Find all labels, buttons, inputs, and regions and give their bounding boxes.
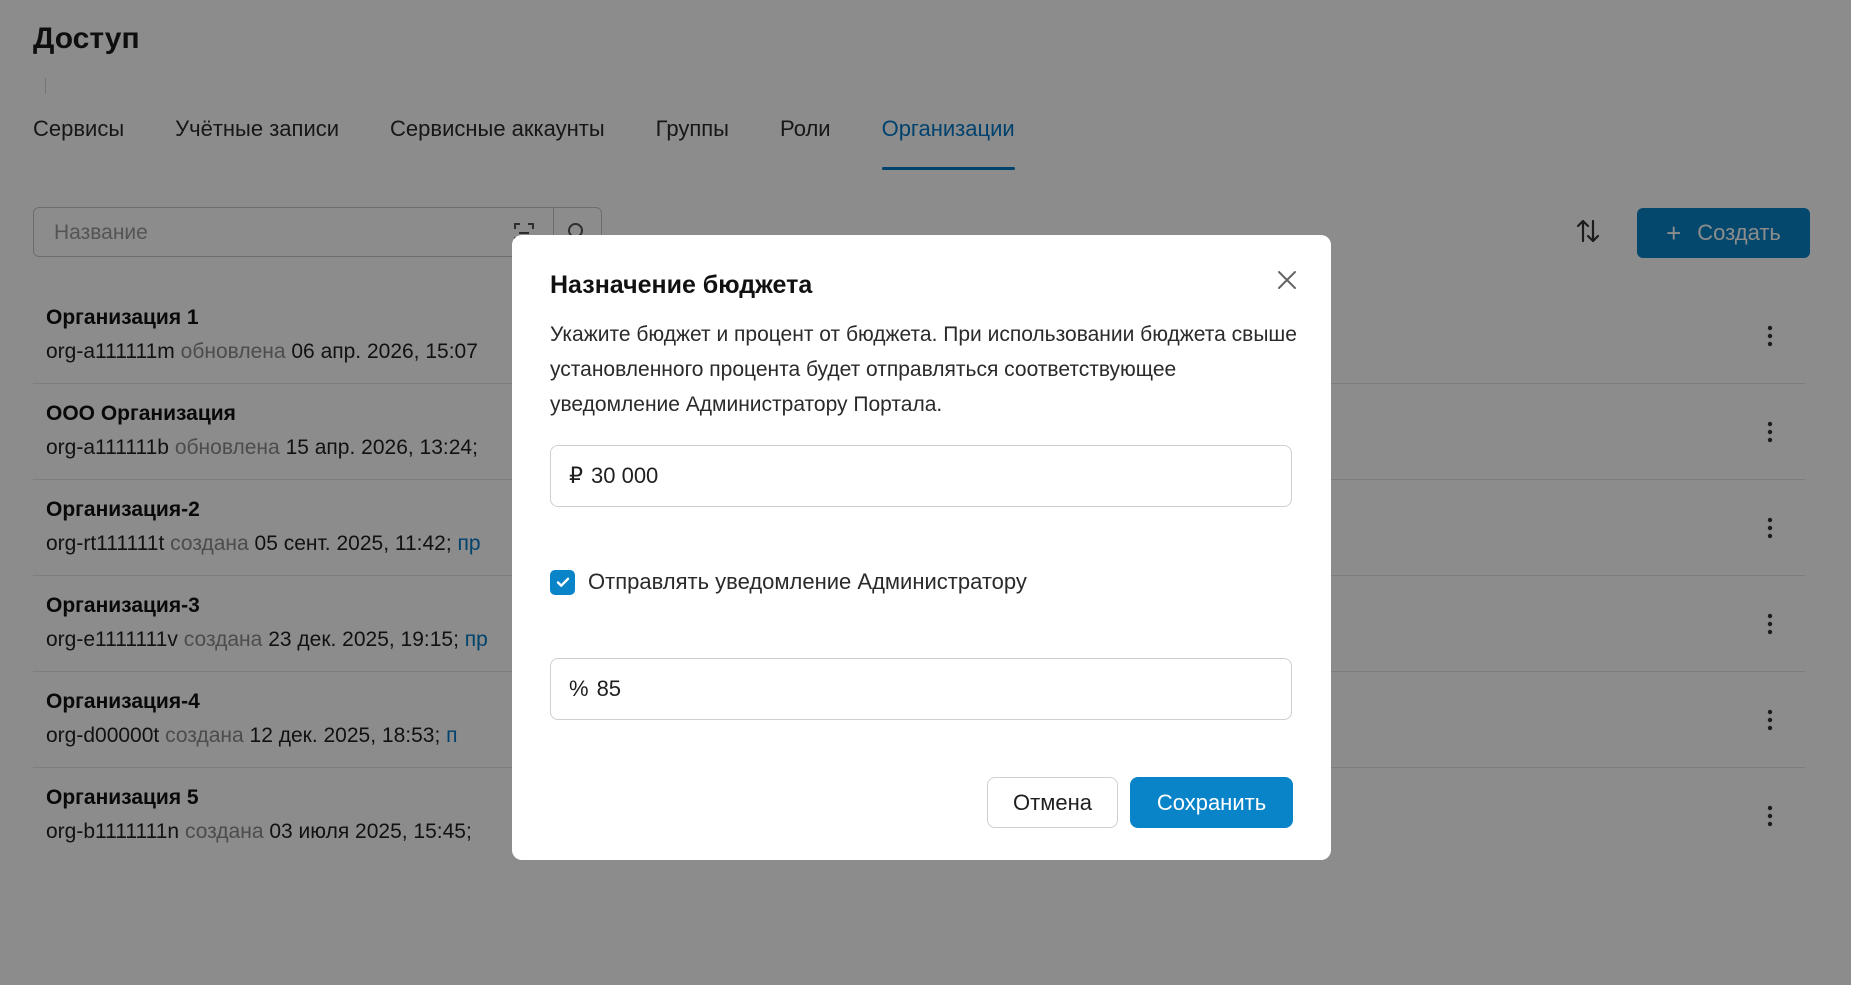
notify-checkbox[interactable] [550,569,575,595]
dialog-title: Назначение бюджета [550,271,813,299]
ruble-prefix: ₽ [569,463,583,488]
budget-input[interactable] [589,462,1233,490]
check-icon [556,577,569,587]
percent-field[interactable]: % [550,658,1292,720]
save-button[interactable]: Сохранить [1130,777,1293,828]
budget-field[interactable]: ₽ [550,445,1292,507]
notify-option[interactable]: Отправлять уведомление Администратору [550,569,1027,595]
close-icon[interactable] [1276,269,1298,291]
dialog-description: Укажите бюджет и процент от бюджета. При… [550,323,1297,416]
budget-dialog: Назначение бюджета Укажите бюджет и проц… [512,235,1331,860]
percent-input[interactable] [594,675,1239,703]
notify-label: Отправлять уведомление Администратору [588,569,1027,594]
percent-prefix: % [569,676,589,701]
cancel-button[interactable]: Отмена [987,777,1118,828]
